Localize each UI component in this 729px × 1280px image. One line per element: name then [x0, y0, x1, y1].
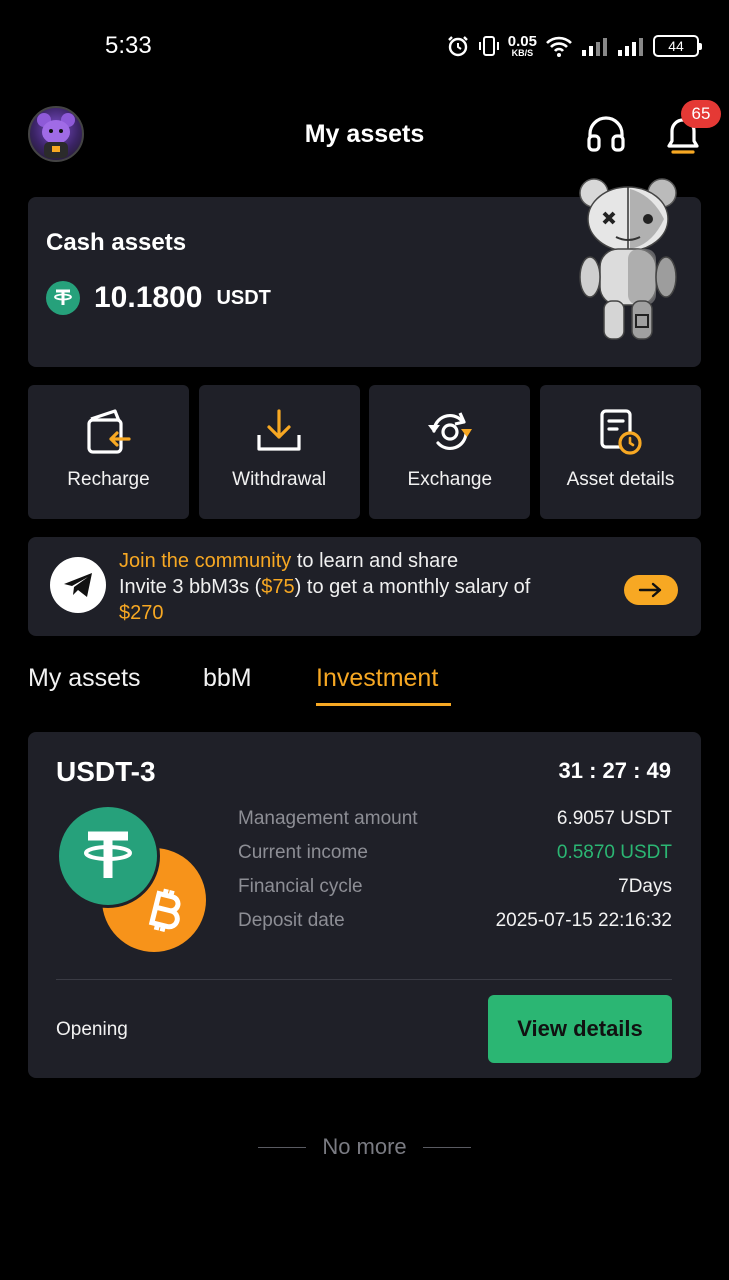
vibrate-icon [478, 34, 500, 58]
divider-line-left [258, 1146, 307, 1148]
coin-illustration [56, 804, 208, 954]
quick-actions: Recharge Withdrawal Exchange Asset detai… [28, 385, 701, 519]
monthly-salary-amount: $270 [119, 602, 164, 624]
recharge-button[interactable]: Recharge [28, 385, 189, 519]
wallet-in-icon [86, 409, 131, 454]
view-details-button[interactable]: View details [488, 995, 672, 1063]
banner-arrow-button[interactable] [624, 575, 678, 605]
invite-bonus-amount: $75 [261, 576, 295, 598]
management-amount-value: 6.9057 USDT [556, 808, 672, 829]
withdrawal-label: Withdrawal [232, 469, 327, 490]
investment-card: USDT-3 31 : 27 : 49 Management amount 6.… [28, 732, 701, 1078]
document-clock-icon [600, 409, 643, 455]
current-income-label: Current income [238, 842, 368, 863]
community-banner[interactable]: Join the community to learn and share In… [28, 537, 701, 636]
divider-line-right [422, 1146, 471, 1148]
investment-info: Management amount 6.9057 USDT Current in… [238, 802, 672, 938]
banner-text: Join the community to learn and share In… [119, 548, 589, 626]
headset-icon [587, 116, 625, 152]
tether-icon [56, 804, 160, 908]
usdt-icon [46, 281, 80, 315]
exchange-label: Exchange [407, 469, 493, 490]
info-row: Financial cycle 7Days [238, 870, 672, 904]
exchange-button[interactable]: Exchange [369, 385, 531, 519]
info-row: Deposit date 2025-07-15 22:16:32 [238, 904, 672, 938]
banner-text-3: ) to get a monthly salary of [294, 576, 531, 598]
asset-tabs: My assets bbM Investment [28, 664, 701, 714]
recharge-label: Recharge [67, 469, 150, 490]
arrow-right-icon [638, 582, 662, 598]
status-time: 5:33 [105, 32, 152, 59]
countdown-timer: 31 : 27 : 49 [558, 758, 671, 783]
info-row: Current income 0.5870 USDT [238, 836, 672, 870]
cash-balance-row: 10.1800 USDT [46, 281, 271, 315]
financial-cycle-label: Financial cycle [238, 876, 363, 897]
status-icons: 0.05 KB/S 44 [446, 32, 702, 60]
financial-cycle-value: 7Days [618, 876, 672, 897]
cash-unit: USDT [216, 286, 271, 309]
cash-assets-title: Cash assets [46, 229, 187, 256]
net-speed: 0.05 KB/S [508, 34, 537, 58]
investment-status: Opening [56, 1019, 128, 1040]
signal-2-icon [617, 35, 645, 57]
signal-icon [581, 35, 609, 57]
no-more-indicator: No more [0, 1134, 729, 1160]
bear-figure-illustration [576, 175, 680, 343]
join-community-link[interactable]: Join the community [119, 550, 291, 572]
withdrawal-button[interactable]: Withdrawal [198, 385, 360, 519]
deposit-date-value: 2025-07-15 22:16:32 [495, 910, 672, 931]
banner-text-1: to learn and share [291, 550, 459, 572]
investment-name: USDT-3 [56, 756, 156, 787]
net-speed-unit: KB/S [511, 48, 534, 58]
tab-my-assets[interactable]: My assets [28, 664, 141, 693]
asset-details-label: Asset details [566, 469, 675, 490]
deposit-date-label: Deposit date [238, 910, 345, 931]
app-header: My assets [0, 92, 729, 180]
active-tab-indicator [316, 703, 451, 706]
current-income-value: 0.5870 USDT [556, 842, 672, 863]
alarm-icon [446, 34, 470, 58]
cash-amount: 10.1800 [94, 281, 203, 314]
tab-bbm[interactable]: bbM [203, 664, 252, 693]
info-row: Management amount 6.9057 USDT [238, 802, 672, 836]
status-bar: 5:33 0.05 KB/S 44 [0, 0, 729, 92]
banner-text-2: Invite 3 bbM3s ( [119, 576, 262, 598]
battery-indicator: 44 [653, 35, 702, 57]
wifi-icon [545, 34, 573, 58]
net-speed-value: 0.05 [507, 33, 537, 50]
management-amount-label: Management amount [238, 808, 418, 829]
exchange-cycle-icon [427, 412, 472, 451]
asset-details-button[interactable]: Asset details [539, 385, 701, 519]
tab-investment[interactable]: Investment [316, 664, 438, 693]
telegram-icon [50, 557, 106, 613]
download-tray-icon [257, 409, 301, 451]
notification-badge: 65 [681, 100, 721, 128]
cash-assets-card: Cash assets 10.1800 USDT [28, 178, 701, 367]
no-more-text: No more [322, 1134, 407, 1159]
divider [56, 979, 672, 980]
support-button[interactable] [584, 112, 628, 156]
